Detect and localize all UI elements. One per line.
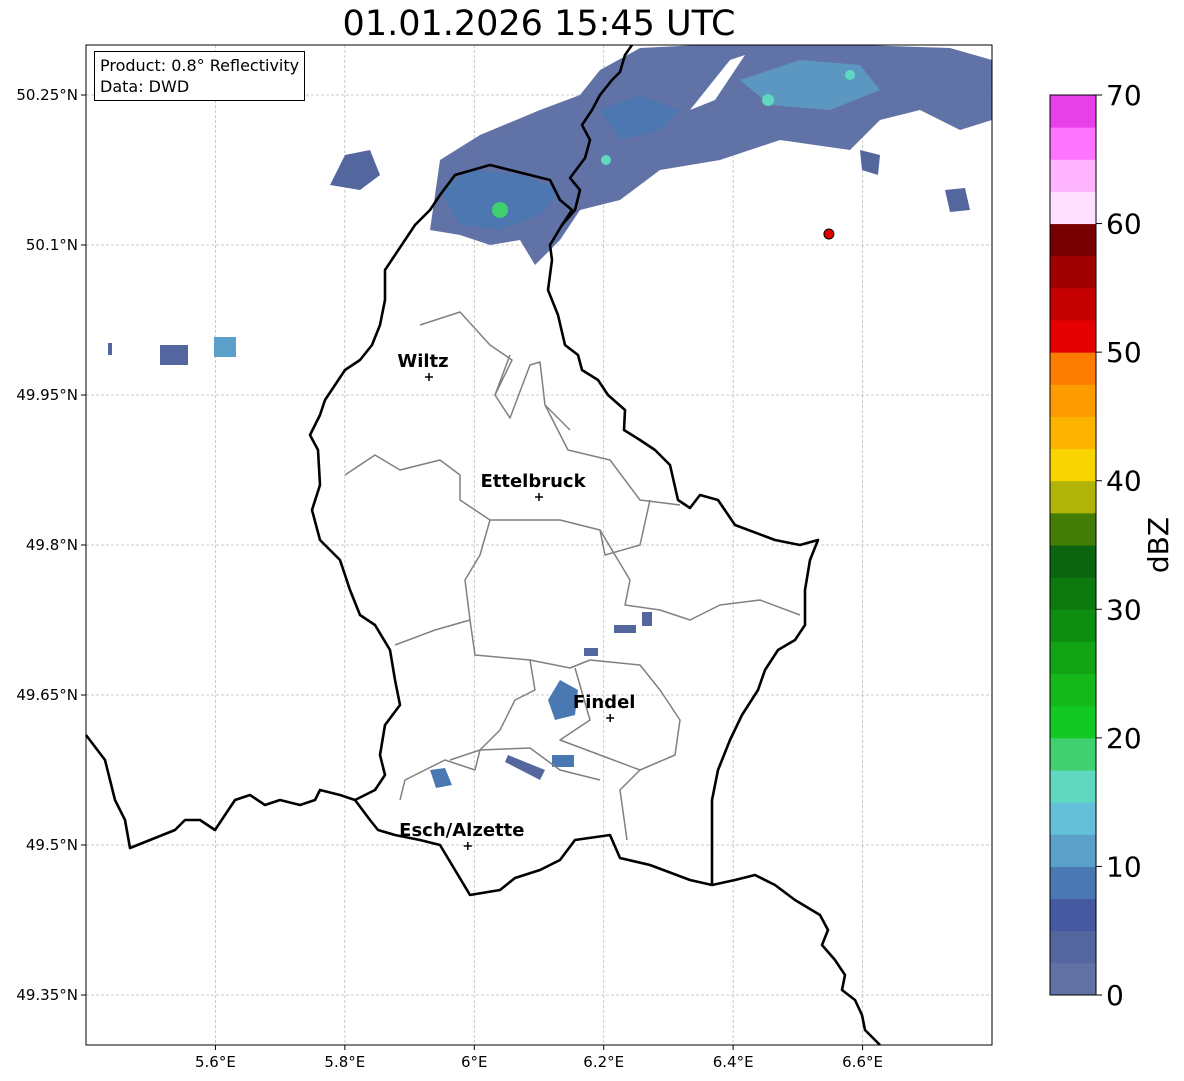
colorbar-label: dBZ bbox=[1142, 517, 1175, 573]
colorbar-tick-label: 70 bbox=[1106, 79, 1142, 112]
colorbar-segment bbox=[1050, 962, 1096, 996]
colorbar-tick-label: 50 bbox=[1106, 336, 1142, 369]
colorbar-segment bbox=[1050, 255, 1096, 289]
colorbar-segment bbox=[1050, 127, 1096, 160]
colorbar-segment bbox=[1050, 545, 1096, 578]
colorbar-segment bbox=[1050, 834, 1096, 867]
colorbar-segment bbox=[1050, 898, 1096, 932]
colorbar-segment bbox=[1050, 609, 1096, 642]
colorbar-segment bbox=[1050, 737, 1096, 771]
colorbar-segment bbox=[1050, 930, 1096, 964]
colorbar-segment bbox=[1050, 95, 1096, 128]
colorbar-tick-label: 30 bbox=[1106, 593, 1142, 626]
colorbar-tick-label: 10 bbox=[1106, 850, 1142, 883]
colorbar: 0 10 20 30 40 50 60 70 dBZ bbox=[1049, 79, 1175, 1012]
colorbar-segment bbox=[1050, 480, 1096, 514]
colorbar-segment bbox=[1050, 191, 1096, 225]
colorbar-segment bbox=[1050, 577, 1096, 610]
colorbar-segment bbox=[1050, 641, 1096, 675]
colorbar-tick-label: 40 bbox=[1106, 465, 1142, 498]
colorbar-segment bbox=[1050, 448, 1096, 482]
colorbar-segment bbox=[1050, 352, 1096, 385]
colorbar-segment bbox=[1050, 416, 1096, 450]
colorbar-segment bbox=[1050, 159, 1096, 192]
colorbar-segment bbox=[1050, 287, 1096, 321]
colorbar-segment bbox=[1050, 866, 1096, 900]
colorbar-segment bbox=[1050, 673, 1096, 707]
colorbar-segment bbox=[1050, 770, 1096, 803]
colorbar-tick-label: 20 bbox=[1106, 722, 1142, 755]
colorbar-segment bbox=[1050, 320, 1096, 353]
colorbar-tick-label: 0 bbox=[1106, 979, 1124, 1012]
colorbar-segment bbox=[1050, 802, 1096, 835]
colorbar-segment bbox=[1050, 705, 1096, 739]
colorbar-segment bbox=[1050, 384, 1096, 417]
colorbar-segment bbox=[1050, 223, 1096, 257]
colorbar-segment bbox=[1050, 512, 1096, 546]
colorbar-tick-label: 60 bbox=[1106, 208, 1142, 241]
